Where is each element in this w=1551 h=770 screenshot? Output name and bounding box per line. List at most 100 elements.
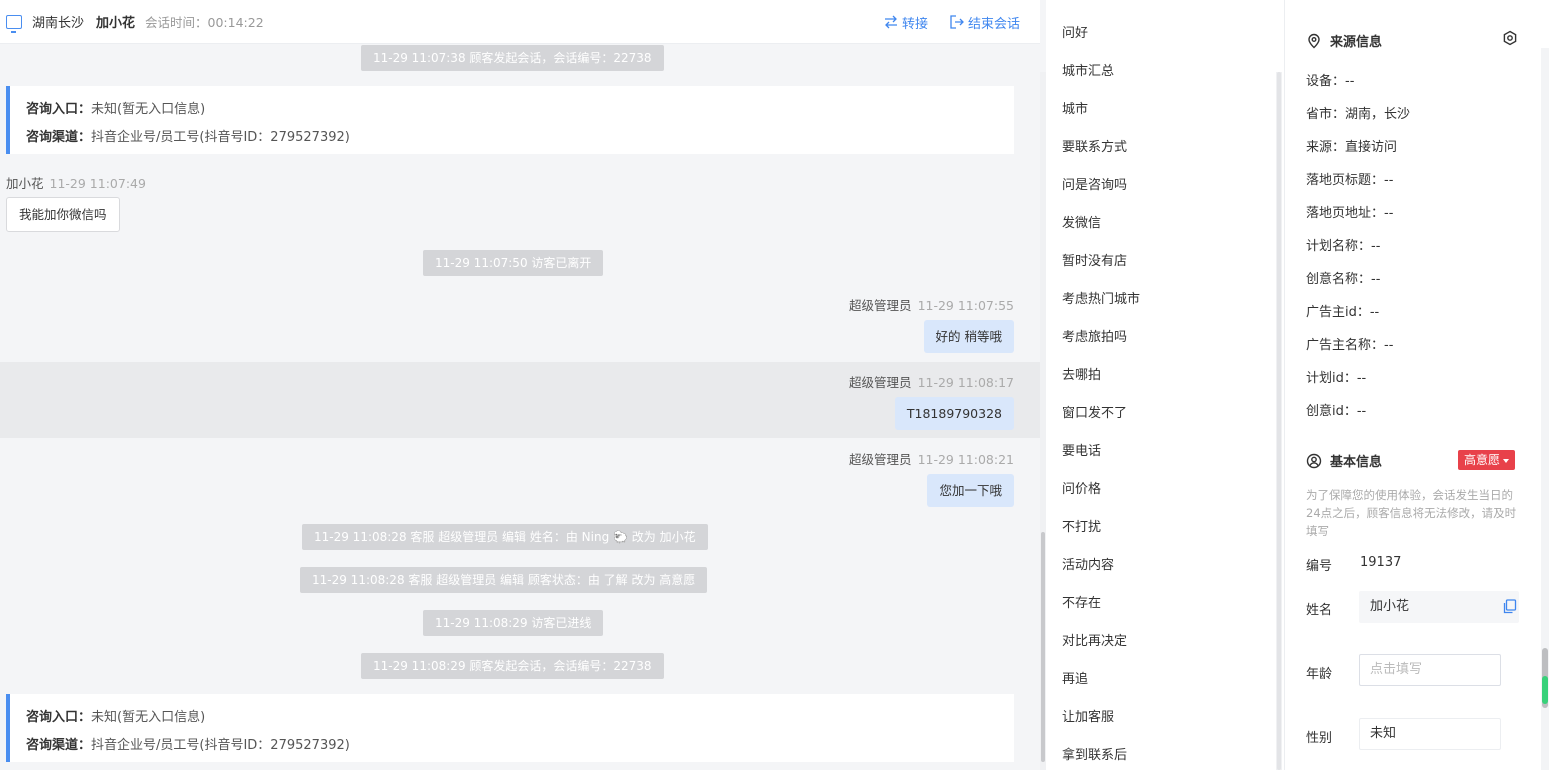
chat-scrollbar-thumb[interactable]	[1041, 532, 1045, 762]
user-circle-icon	[1306, 453, 1322, 468]
quick-reply-item[interactable]: 要电话	[1062, 440, 1101, 459]
gender-select[interactable]: 未知	[1359, 718, 1501, 750]
name-label: 姓名	[1306, 603, 1333, 618]
quick-reply-scrollbar-thumb[interactable]	[1277, 72, 1281, 770]
intent-status-badge[interactable]: 高意愿	[1458, 450, 1516, 470]
chat-workspace: 湖南长沙 加小花 会话时间：00:14:22 转接 结束会话 11-29 11:…	[0, 0, 1551, 770]
channel-label: 咨询渠道：	[26, 738, 92, 753]
quick-reply-item[interactable]: 考虑热门城市	[1062, 288, 1140, 307]
chat-panel: 湖南长沙 加小花 会话时间：00:14:22 转接 结束会话 11-29 11:…	[0, 0, 1046, 770]
info-scrollbar-indicator	[1542, 676, 1548, 704]
visitor-name: 加小花	[96, 16, 136, 31]
quick-reply-item[interactable]: 让加客服	[1062, 706, 1114, 725]
message-time: 11-29 11:07:49	[49, 176, 146, 191]
customer-info-panel: 来源信息 设备：-- 省市：湖南，长沙 来源：直接访问 落地页标题：-- 落地页…	[1286, 0, 1551, 770]
quick-reply-item[interactable]: 考虑旅拍吗	[1062, 326, 1127, 345]
entry-value: 未知(暂无入口信息)	[91, 102, 206, 117]
exit-icon	[950, 15, 964, 29]
monitor-icon	[6, 14, 22, 33]
basic-info-title: 基本信息	[1330, 455, 1383, 470]
visitor-message-bubble[interactable]: 我能加你微信吗	[6, 197, 120, 232]
transfer-label: 转接	[901, 16, 928, 32]
quick-reply-item[interactable]: 拿到联系后	[1062, 744, 1127, 763]
source-field: 落地页标题：--	[1306, 173, 1394, 188]
settings-icon[interactable]	[1502, 30, 1518, 46]
quick-reply-item[interactable]: 暂时没有店	[1062, 250, 1127, 269]
quick-reply-item[interactable]: 对比再决定	[1062, 630, 1127, 649]
copy-icon[interactable]	[1503, 599, 1517, 614]
name-field[interactable]: 加小花	[1359, 591, 1519, 623]
channel-value: 抖音企业号/员工号(抖音号ID：279527392)	[91, 738, 350, 753]
system-message: 11-29 11:08:29 顾客发起会话，会话编号：22738	[361, 653, 664, 679]
location-pin-icon	[1308, 33, 1320, 48]
id-label: 编号	[1306, 559, 1333, 574]
message-sender: 加小花	[6, 176, 44, 191]
quick-reply-item[interactable]: 再追	[1062, 668, 1088, 687]
agent-message-bubble[interactable]: 您加一下哦	[927, 474, 1014, 507]
source-field: 设备：--	[1306, 74, 1355, 89]
system-message: 11-29 11:08:29 访客已进线	[423, 610, 604, 636]
gender-label: 性别	[1306, 731, 1333, 746]
system-message: 11-29 11:07:50 访客已离开	[423, 250, 604, 276]
system-message: 11-29 11:08:28 客服 超级管理员 编辑 姓名：由 Ning 🐑 改…	[302, 524, 708, 550]
quick-reply-item[interactable]: 窗口发不了	[1062, 402, 1127, 421]
agent-message-bubble[interactable]: 好的 稍等哦	[923, 320, 1014, 353]
source-field: 落地页地址：--	[1306, 206, 1394, 221]
transfer-icon	[884, 15, 897, 29]
entry-label: 咨询入口：	[26, 102, 92, 117]
info-scrollbar[interactable]	[1541, 48, 1549, 770]
source-field: 创意名称：--	[1306, 272, 1381, 287]
quick-reply-item[interactable]: 问价格	[1062, 478, 1101, 497]
caret-down-icon	[1503, 458, 1510, 463]
chat-header: 湖南长沙 加小花 会话时间：00:14:22 转接 结束会话	[0, 0, 1040, 44]
session-time: 会话时间：00:14:22	[145, 15, 264, 30]
message-meta: 超级管理员 11-29 11:08:21	[849, 449, 1014, 468]
message-meta: 加小花 11-29 11:07:49	[6, 173, 146, 192]
age-label: 年龄	[1306, 667, 1333, 682]
message-time: 11-29 11:08:17	[917, 375, 1014, 390]
edit-deadline-note: 为了保障您的使用体验，会话发生当日的24点之后，顾客信息将无法修改，请及时填写	[1306, 488, 1517, 538]
transfer-button[interactable]: 转接	[884, 13, 928, 32]
source-field: 省市：湖南，长沙	[1306, 107, 1411, 122]
entry-label: 咨询入口：	[26, 710, 92, 725]
quick-reply-item[interactable]: 不打扰	[1062, 516, 1101, 535]
id-value: 19137	[1360, 555, 1402, 570]
end-session-button[interactable]: 结束会话	[950, 13, 1020, 32]
quick-reply-scrollbar[interactable]	[1276, 72, 1282, 770]
quick-reply-item[interactable]: 不存在	[1062, 592, 1101, 611]
source-info-header: 来源信息	[1306, 31, 1382, 50]
visitor-location: 湖南长沙	[32, 16, 85, 31]
system-message: 11-29 11:08:28 客服 超级管理员 编辑 顾客状态：由 了解 改为 …	[300, 567, 708, 593]
quick-reply-item[interactable]: 去哪拍	[1062, 364, 1101, 383]
quick-reply-item[interactable]: 城市	[1062, 98, 1088, 117]
message-meta: 超级管理员 11-29 11:07:55	[849, 295, 1014, 314]
message-time: 11-29 11:07:55	[917, 298, 1014, 313]
agent-message-bubble[interactable]: T18189790328	[894, 397, 1014, 430]
message-time: 11-29 11:08:21	[917, 452, 1014, 467]
message-meta: 超级管理员 11-29 11:08:17	[849, 372, 1014, 391]
quick-reply-panel: 问好 城市汇总 城市 要联系方式 问是咨询吗 发微信 暂时没有店 考虑热门城市 …	[1046, 0, 1285, 770]
channel-value: 抖音企业号/员工号(抖音号ID：279527392)	[91, 130, 350, 145]
source-field: 计划名称：--	[1306, 239, 1381, 254]
channel-label: 咨询渠道：	[26, 130, 92, 145]
source-field: 来源：直接访问	[1306, 140, 1398, 155]
entry-info-card: 咨询入口：未知(暂无入口信息) 咨询渠道：抖音企业号/员工号(抖音号ID：279…	[6, 694, 1014, 762]
end-session-label: 结束会话	[967, 16, 1020, 32]
quick-reply-item[interactable]: 问好	[1062, 22, 1088, 41]
source-field: 广告主名称：--	[1306, 338, 1394, 353]
quick-reply-item[interactable]: 发微信	[1062, 212, 1101, 231]
message-sender: 超级管理员	[849, 452, 912, 467]
source-field: 计划id：--	[1306, 371, 1367, 386]
message-sender: 超级管理员	[849, 375, 912, 390]
entry-value: 未知(暂无入口信息)	[91, 710, 206, 725]
quick-reply-item[interactable]: 要联系方式	[1062, 136, 1127, 155]
system-message: 11-29 11:07:38 顾客发起会话，会话编号：22738	[361, 45, 664, 71]
quick-reply-item[interactable]: 问是咨询吗	[1062, 174, 1127, 193]
age-field[interactable]: 点击填写	[1359, 654, 1501, 686]
quick-reply-item[interactable]: 活动内容	[1062, 554, 1114, 573]
intent-status-label: 高意愿	[1464, 453, 1501, 467]
quick-reply-item[interactable]: 城市汇总	[1062, 60, 1114, 79]
message-sender: 超级管理员	[849, 298, 912, 313]
basic-info-header: 基本信息	[1306, 451, 1382, 470]
source-field: 创意id：--	[1306, 404, 1367, 419]
